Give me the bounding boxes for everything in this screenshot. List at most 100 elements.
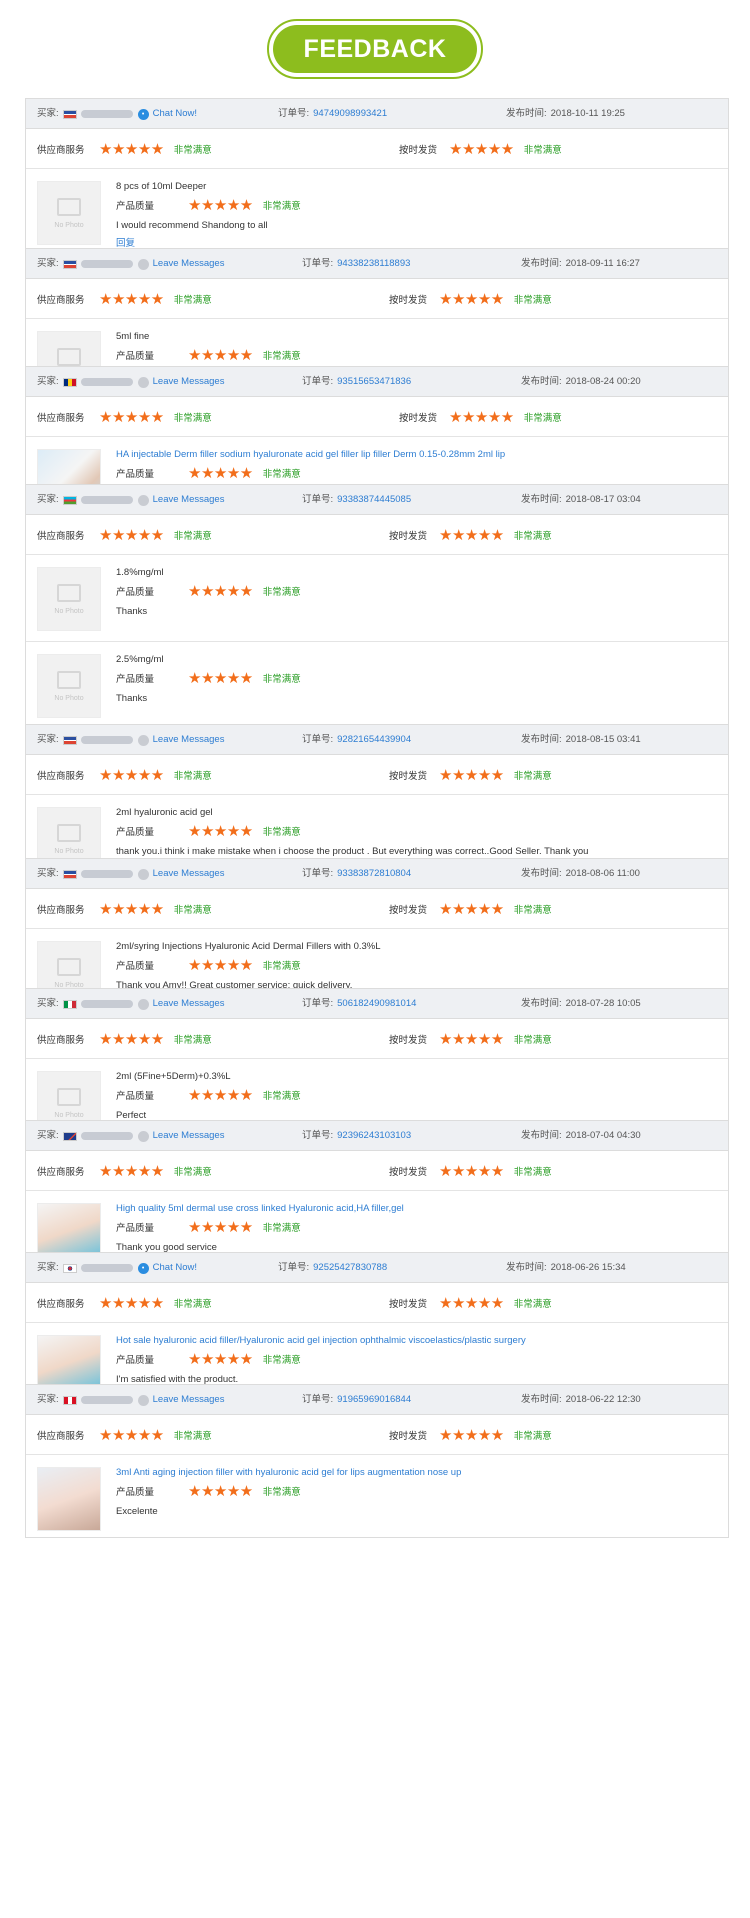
order-number-link[interactable]: 92396243103103: [337, 1130, 411, 1141]
order-number-link[interactable]: 91965969016844: [337, 1394, 411, 1405]
product-quality-label: 产品质量: [116, 961, 155, 972]
on-time-rating: 按时发货 ★★★★★ 非常满意: [389, 515, 552, 555]
review-card: 买家: Leave Messages 订单号: 93383874445085 发布时间:…: [25, 484, 729, 728]
leave-messages-link[interactable]: Leave Messages: [153, 989, 225, 1019]
order-number-link[interactable]: 506182490981014: [337, 998, 416, 1009]
ratings-row: 供应商服务 ★★★★★ 非常满意 按时发货 ★★★★★ 非常满意: [26, 129, 728, 169]
order-number-link[interactable]: 94338238118893: [337, 258, 410, 269]
publish-time-value: 2018-08-15 03:41: [565, 734, 641, 745]
product-title: 5ml fine: [116, 331, 150, 342]
feedback-title: FEEDBACK: [273, 25, 477, 73]
star-rating-icon: ★★★★★: [188, 956, 253, 974]
product-title-link[interactable]: HA injectable Derm filler sodium hyaluro…: [116, 449, 505, 460]
order-number-link[interactable]: 92525427830788: [313, 1262, 387, 1273]
leave-messages-link[interactable]: Leave Messages: [153, 1121, 225, 1151]
order-number-link[interactable]: 92821654439904: [337, 734, 411, 745]
supplier-service-label: 供应商服务: [37, 905, 85, 916]
star-rating-icon: ★★★★★: [99, 1426, 164, 1444]
order-label: 订单号:: [302, 868, 334, 879]
star-rating-icon: ★★★★★: [439, 1162, 504, 1180]
order-number-link[interactable]: 93383872810804: [337, 868, 411, 879]
order-number: 订单号: 506182490981014: [302, 989, 416, 1019]
buyer-name-blurred: [80, 736, 133, 744]
satisfaction-text: 非常满意: [262, 469, 301, 480]
publish-time-value: 2018-08-17 03:04: [565, 494, 641, 505]
country-flag-icon: [62, 377, 77, 387]
on-time-rating: 按时发货 ★★★★★ 非常满意: [389, 755, 552, 795]
leave-messages-link[interactable]: Leave Messages: [153, 485, 225, 515]
star-rating-icon: ★★★★★: [449, 140, 514, 158]
satisfaction-text: 非常满意: [173, 295, 212, 306]
supplier-service-label: 供应商服务: [37, 1035, 85, 1046]
satisfaction-text: 非常满意: [173, 1167, 212, 1178]
product-title: 8 pcs of 10ml Deeper: [116, 181, 207, 192]
order-number-link[interactable]: 94749098993421: [313, 108, 387, 119]
product-thumbnail[interactable]: [37, 1467, 101, 1531]
supplier-service-rating: 供应商服务 ★★★★★ 非常满意: [37, 397, 212, 437]
review-item: No Photo 1.8%mg/ml 产品质量 ★★★★★ 非常满意 Thanks: [26, 555, 728, 641]
reply-link[interactable]: 回复: [116, 235, 135, 249]
no-photo-text: No Photo: [54, 607, 84, 615]
country-flag-icon: [62, 259, 77, 269]
on-time-rating: 按时发货 ★★★★★ 非常满意: [389, 279, 552, 319]
buyer-label: 买家:: [37, 868, 59, 879]
buyer-info: 买家: Leave Messages: [37, 859, 224, 889]
on-time-label: 按时发货: [389, 771, 428, 782]
satisfaction-text: 非常满意: [513, 1167, 552, 1178]
star-rating-icon: ★★★★★: [99, 1030, 164, 1048]
product-quality-rating: 产品质量 ★★★★★ 非常满意: [116, 823, 301, 839]
buyer-info: 买家: • Chat Now!: [37, 99, 197, 129]
leave-messages-link[interactable]: Leave Messages: [153, 859, 225, 889]
leave-messages-link[interactable]: Leave Messages: [153, 367, 225, 397]
product-quality-rating: 产品质量 ★★★★★ 非常满意: [116, 1219, 301, 1235]
star-rating-icon: ★★★★★: [449, 408, 514, 426]
order-number-link[interactable]: 93383874445085: [337, 494, 411, 505]
leave-messages-link[interactable]: Leave Messages: [153, 249, 225, 279]
image-placeholder-icon: [57, 583, 81, 602]
review-header: 买家: Leave Messages 订单号: 93383874445085 发布时间:…: [26, 485, 728, 515]
satisfaction-text: 非常满意: [262, 201, 301, 212]
on-time-rating: 按时发货 ★★★★★ 非常满意: [389, 1283, 552, 1323]
supplier-service-rating: 供应商服务 ★★★★★ 非常满意: [37, 1415, 212, 1455]
review-header: 买家: • Chat Now! 订单号: 92525427830788 发布时间: 2018…: [26, 1253, 728, 1283]
buyer-label: 买家:: [37, 494, 59, 505]
chat-now-link[interactable]: Chat Now!: [153, 99, 197, 129]
order-label: 订单号:: [302, 376, 334, 387]
publish-time: 发布时间: 2018-06-26 15:34: [506, 1253, 626, 1283]
on-time-rating: 按时发货 ★★★★★ 非常满意: [389, 889, 552, 929]
country-flag-icon: [62, 999, 77, 1009]
publish-time-label: 发布时间:: [521, 868, 562, 879]
satisfaction-text: 非常满意: [173, 413, 212, 424]
publish-time: 发布时间: 2018-08-06 11:00: [521, 859, 640, 889]
order-number: 订单号: 92821654439904: [302, 725, 411, 755]
supplier-service-label: 供应商服务: [37, 771, 85, 782]
review-item: 3ml Anti aging injection filler with hya…: [26, 1455, 728, 1537]
supplier-service-label: 供应商服务: [37, 1167, 85, 1178]
satisfaction-text: 非常满意: [262, 1091, 301, 1102]
supplier-service-label: 供应商服务: [37, 531, 85, 542]
star-rating-icon: ★★★★★: [188, 1350, 253, 1368]
message-icon: [137, 494, 149, 506]
star-rating-icon: ★★★★★: [99, 1294, 164, 1312]
star-rating-icon: ★★★★★: [439, 766, 504, 784]
leave-messages-link[interactable]: Leave Messages: [153, 1385, 225, 1415]
publish-time-value: 2018-10-11 19:25: [550, 108, 625, 119]
chat-now-link[interactable]: Chat Now!: [153, 1253, 197, 1283]
star-rating-icon: ★★★★★: [99, 1162, 164, 1180]
satisfaction-text: 非常满意: [262, 351, 301, 362]
star-rating-icon: ★★★★★: [439, 1294, 504, 1312]
order-number-link[interactable]: 93515653471836: [337, 376, 411, 387]
message-icon: [137, 998, 149, 1010]
ratings-row: 供应商服务 ★★★★★ 非常满意 按时发货 ★★★★★ 非常满意: [26, 1019, 728, 1059]
product-quality-label: 产品质量: [116, 1223, 155, 1234]
satisfaction-text: 非常满意: [513, 295, 552, 306]
product-title-link[interactable]: Hot sale hyaluronic acid filler/Hyaluron…: [116, 1335, 526, 1346]
supplier-service-rating: 供应商服务 ★★★★★ 非常满意: [37, 1151, 212, 1191]
star-rating-icon: ★★★★★: [439, 1426, 504, 1444]
product-title-link[interactable]: 3ml Anti aging injection filler with hya…: [116, 1467, 461, 1478]
star-rating-icon: ★★★★★: [188, 822, 253, 840]
star-rating-icon: ★★★★★: [188, 1218, 253, 1236]
star-rating-icon: ★★★★★: [99, 140, 164, 158]
product-title-link[interactable]: High quality 5ml dermal use cross linked…: [116, 1203, 404, 1214]
leave-messages-link[interactable]: Leave Messages: [153, 725, 225, 755]
